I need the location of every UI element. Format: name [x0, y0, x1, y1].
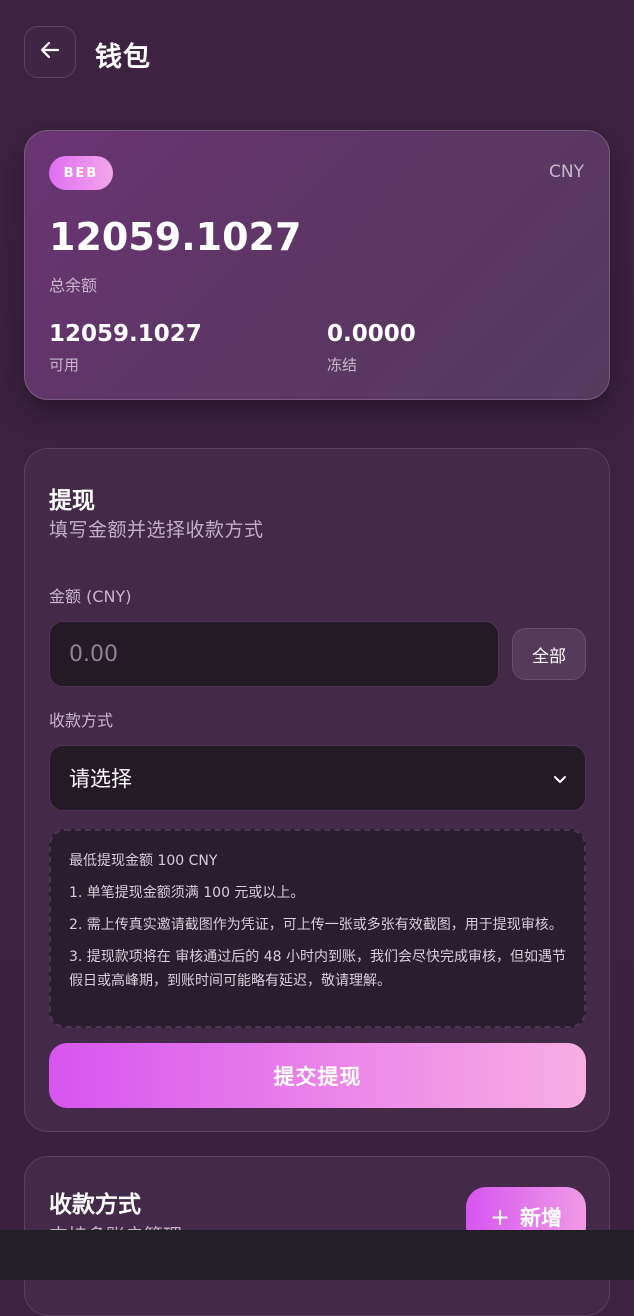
payment-method-label: 收款方式 — [49, 711, 114, 730]
amount-input[interactable]: 0.00 — [49, 621, 499, 687]
withdraw-notice: 最低提现金额 100 CNY 1. 单笔提现金额须满 100 元或以上。 2. … — [49, 829, 586, 1028]
bottom-bar — [0, 1230, 634, 1280]
notice-min: 最低提现金额 100 CNY — [69, 853, 218, 869]
notice-rule-3: 3. 提现款项将在 审核通过后的 48 小时内到账，我们会尽快完成审核，但如遇节… — [69, 949, 566, 989]
payment-method-select[interactable]: 请选择 — [49, 745, 586, 811]
page-title: 钱包 — [95, 42, 151, 73]
payment-methods-title: 收款方式 — [49, 1192, 141, 1218]
total-balance-amount: 12059.1027 — [49, 215, 302, 259]
payment-method-value: 请选择 — [69, 767, 132, 791]
withdraw-subtitle: 填写金额并选择收款方式 — [49, 519, 264, 541]
available-amount: 12059.1027 — [49, 321, 202, 347]
available-label: 可用 — [49, 356, 80, 374]
total-balance-label: 总余额 — [49, 276, 98, 295]
chevron-down-icon — [551, 770, 569, 794]
add-button-label: 新增 — [520, 1206, 563, 1230]
frozen-label: 冻结 — [327, 356, 358, 374]
notice-rule-1: 1. 单笔提现金额须满 100 元或以上。 — [69, 885, 305, 901]
token-badge: BEB — [49, 156, 113, 190]
currency-label: CNY — [549, 162, 584, 182]
arrow-left-icon — [39, 39, 61, 65]
submit-withdraw-button[interactable]: 提交提现 — [49, 1043, 586, 1108]
notice-rule-2: 2. 需上传真实邀请截图作为凭证，可上传一张或多张有效截图，用于提现审核。 — [69, 917, 563, 933]
withdraw-title: 提现 — [49, 488, 95, 514]
back-button[interactable] — [24, 26, 76, 78]
plus-icon: + — [489, 1203, 511, 1231]
withdraw-card: 提现 填写金额并选择收款方式 金额 (CNY) 0.00 全部 收款方式 请选择… — [24, 448, 610, 1132]
all-amount-button[interactable]: 全部 — [512, 628, 586, 680]
balance-card: BEB CNY 12059.1027 总余额 12059.1027 可用 0.0… — [24, 130, 610, 400]
header: 钱包 — [24, 26, 610, 80]
amount-label: 金额 (CNY) — [49, 587, 132, 606]
frozen-amount: 0.0000 — [327, 321, 416, 347]
